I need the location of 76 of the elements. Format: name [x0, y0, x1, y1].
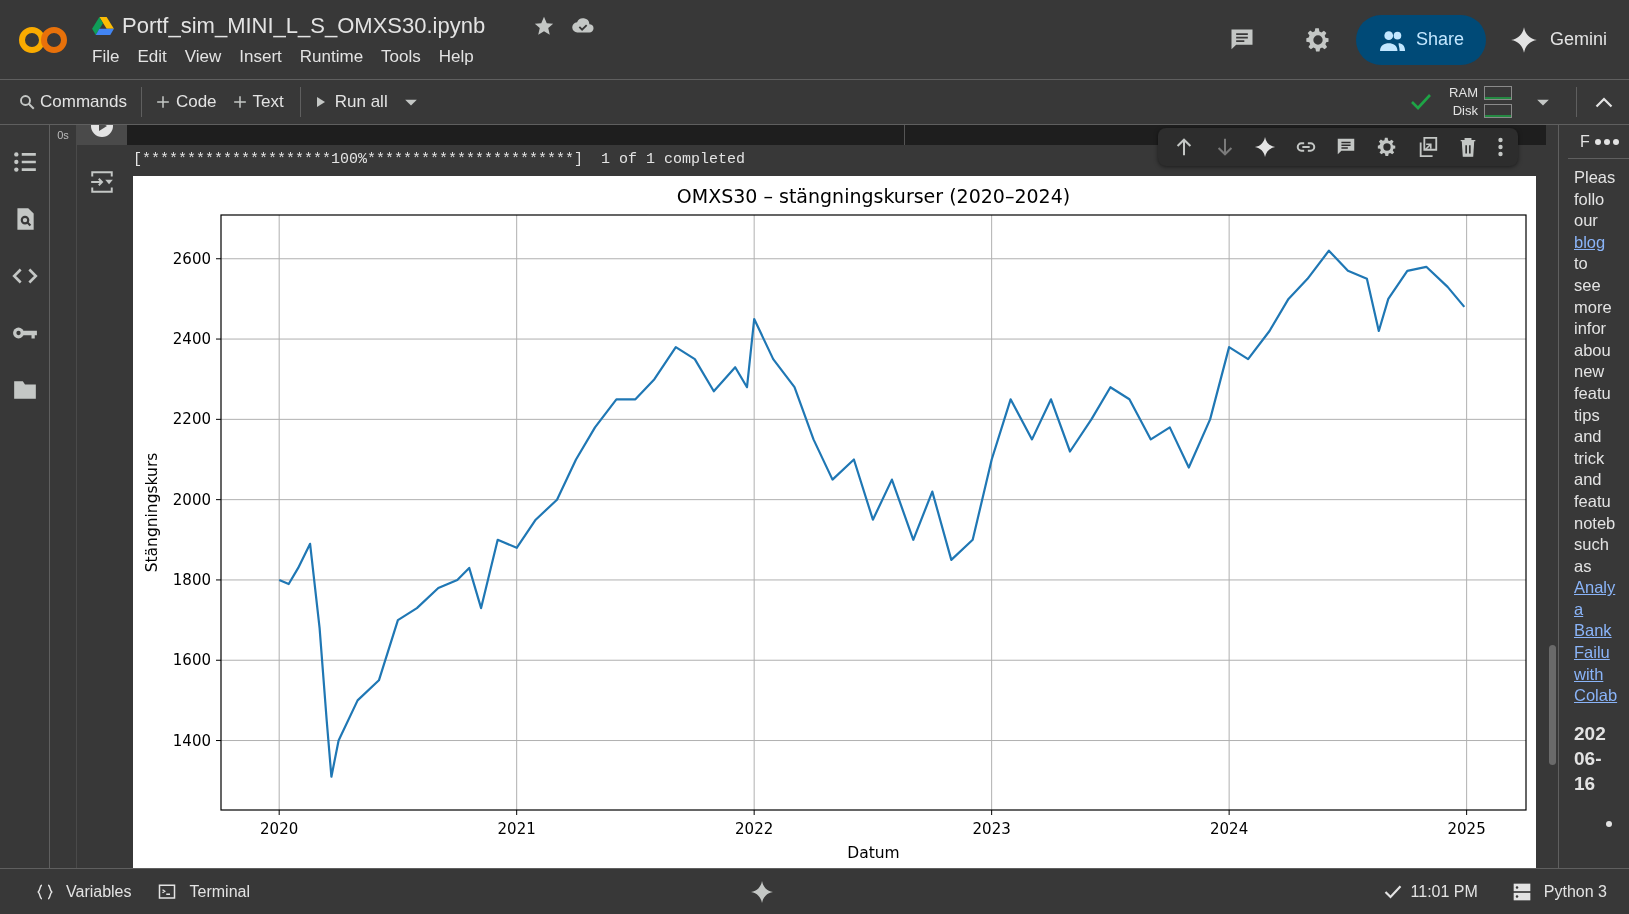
cell-settings-button[interactable] [1376, 136, 1398, 158]
news-link[interactable]: Bank [1574, 621, 1612, 640]
settings-icon [1303, 25, 1332, 54]
y-tick-label: 1600 [172, 651, 211, 670]
usage-meter-icon [1484, 104, 1512, 118]
collapse-button[interactable] [1595, 96, 1613, 108]
plus-icon [232, 95, 247, 109]
plus-icon [155, 95, 170, 109]
more-icon [1497, 137, 1503, 157]
table-of-contents-button[interactable] [11, 149, 38, 175]
resources-button[interactable]: RAM Disk [1449, 85, 1512, 119]
colab-logo-icon[interactable] [18, 24, 68, 55]
terminal-button[interactable]: Terminal [155, 879, 250, 904]
menu-item[interactable]: Insert [230, 44, 291, 70]
y-tick-label: 2000 [172, 490, 211, 509]
news-date: 202 06- 16 [1574, 721, 1607, 796]
y-tick-label: 1800 [172, 570, 211, 589]
menu-item[interactable]: View [175, 44, 231, 70]
news-link[interactable]: with [1574, 664, 1604, 683]
connect-options-button[interactable] [1536, 97, 1550, 107]
variables-button[interactable]: Variables [34, 879, 132, 904]
search-icon [18, 93, 36, 111]
menu-item[interactable]: Runtime [290, 44, 373, 70]
x-tick-label: 2022 [735, 820, 774, 838]
output-actions-button[interactable] [88, 169, 116, 195]
drive-icon [92, 15, 114, 36]
news-link[interactable]: a [1574, 599, 1584, 618]
news-link[interactable]: Failu [1574, 643, 1610, 662]
chart-title: OMXS30 – stängningskurser (2020–2024) [676, 185, 1071, 207]
x-tick-label: 2024 [1210, 820, 1249, 838]
panel-title: F [1580, 131, 1590, 152]
execution-status-button[interactable]: 11:01 PM [1382, 879, 1478, 904]
news-link[interactable]: Colab [1574, 686, 1618, 705]
menu-item[interactable]: Tools [372, 44, 430, 70]
run-all-button[interactable]: Run all [314, 89, 388, 115]
news-link[interactable]: blog [1574, 232, 1606, 251]
y-tick-label: 2400 [172, 330, 211, 349]
caret-icon [403, 97, 418, 107]
dot-icon [1606, 821, 1612, 827]
more-button[interactable] [1497, 137, 1503, 157]
chevron-up-icon [1595, 96, 1613, 108]
y-tick-label: 1400 [172, 731, 211, 750]
share-button[interactable]: Share [1355, 14, 1486, 65]
server-icon [1511, 881, 1532, 902]
news-text: Pleas follo our blog to see more infor abou new featu tips and trick and featu noteb such as Analy a Bank Failu with Colab [1574, 167, 1618, 707]
settings-button[interactable] [1303, 25, 1332, 54]
x-tick-label: 2020 [260, 820, 299, 838]
runtime-button[interactable]: Python 3 [1511, 879, 1607, 904]
add-text-button[interactable]: Text [232, 89, 284, 115]
menu-item[interactable]: File [83, 44, 129, 70]
notebook-title[interactable]: Portf_sim_MINI_L_S_OMXS30.ipynb [122, 9, 486, 43]
x-tick-label: 2023 [972, 820, 1011, 838]
x-tick-label: 2021 [497, 820, 536, 838]
scrollbar-thumb[interactable] [1549, 645, 1556, 765]
gemini-button[interactable]: Gemini [1510, 25, 1613, 54]
y-axis-label: Stängningskurs [143, 452, 161, 573]
x-tick-label: 2025 [1447, 820, 1486, 838]
caret-icon [1536, 97, 1550, 107]
table-of-contents-icon [11, 149, 38, 175]
play-icon [314, 95, 327, 109]
menu-item[interactable]: Help [429, 44, 483, 70]
output-text: [*********************100%***********************] 1 of 1 completed [133, 150, 746, 170]
run-options-button[interactable] [403, 97, 418, 107]
commands-button[interactable]: Commands [18, 89, 127, 115]
add-code-button[interactable]: Code [155, 89, 217, 115]
x-axis-label: Datum [847, 844, 900, 862]
y-tick-label: 2200 [172, 410, 211, 429]
more-icon [1593, 137, 1620, 146]
panel-more-button[interactable] [1593, 137, 1620, 146]
menu-item[interactable]: Edit [128, 44, 176, 70]
output-menu-icon [88, 169, 116, 195]
y-tick-label: 2600 [172, 249, 211, 268]
usage-meter-icon [1484, 86, 1512, 100]
news-link[interactable]: Analy [1574, 578, 1616, 597]
settings-icon [1376, 136, 1398, 158]
execution-time: 0s [57, 129, 69, 141]
